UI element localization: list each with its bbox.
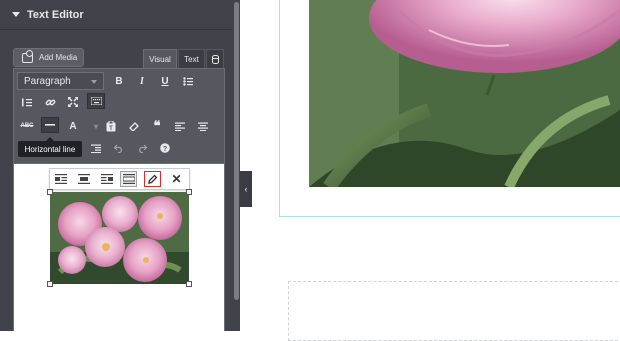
database-icon bbox=[211, 54, 219, 64]
bullet-list-button[interactable] bbox=[179, 73, 197, 89]
chevron-down-icon bbox=[91, 80, 97, 84]
italic-button[interactable]: I bbox=[133, 73, 151, 89]
add-media-label: Add Media bbox=[39, 53, 78, 62]
align-left-icon bbox=[175, 122, 185, 131]
peony-closeup-photo bbox=[309, 0, 620, 187]
tooltip-text: Horizontal line bbox=[24, 144, 76, 154]
panel-scrollbar-thumb[interactable] bbox=[234, 2, 239, 300]
tab-text[interactable]: Text bbox=[178, 49, 205, 68]
blockquote-icon: ❝ bbox=[153, 118, 161, 133]
keyboard-icon bbox=[90, 97, 102, 105]
chevron-left-icon: ‹ bbox=[244, 184, 248, 194]
tooltip: Horizontal line bbox=[18, 137, 82, 157]
pencil-icon bbox=[148, 174, 158, 184]
close-icon: ✕ bbox=[171, 172, 182, 186]
align-image-center-button[interactable] bbox=[75, 171, 92, 187]
svg-text:?: ? bbox=[163, 146, 167, 153]
canvas-image[interactable] bbox=[309, 0, 620, 187]
link-button[interactable] bbox=[41, 94, 59, 110]
selected-image[interactable] bbox=[50, 192, 189, 284]
bold-button[interactable]: B bbox=[110, 73, 128, 89]
clear-format-icon bbox=[129, 122, 139, 131]
align-center-button[interactable] bbox=[194, 118, 212, 134]
text-color-icon: A bbox=[69, 120, 77, 132]
indent-icon bbox=[91, 144, 101, 153]
add-media-button[interactable]: Add Media bbox=[13, 48, 84, 67]
panel-collapse-button[interactable]: ‹ bbox=[240, 171, 252, 207]
fullscreen-icon bbox=[68, 97, 78, 107]
section-title: Text Editor bbox=[27, 8, 84, 21]
resize-handle-top-right[interactable] bbox=[186, 189, 192, 195]
bullet-list-icon bbox=[183, 76, 193, 86]
align-image-left-icon bbox=[54, 174, 67, 184]
dynamic-tags-button[interactable] bbox=[206, 49, 224, 68]
format-select-value: Paragraph bbox=[24, 75, 71, 87]
strikethrough-button[interactable]: ABC bbox=[18, 118, 36, 134]
edit-image-button[interactable] bbox=[144, 171, 161, 187]
underline-button[interactable]: U bbox=[156, 73, 174, 89]
horizontal-line-button[interactable] bbox=[41, 117, 59, 133]
tab-text-label: Text bbox=[184, 54, 199, 64]
format-select[interactable]: Paragraph bbox=[17, 72, 104, 90]
empty-section-placeholder[interactable] bbox=[288, 281, 620, 341]
no-align-button[interactable] bbox=[120, 171, 137, 187]
section-header-text-editor[interactable]: Text Editor bbox=[0, 0, 232, 30]
strikethrough-icon: ABC bbox=[20, 123, 34, 129]
toolbar-toggle-button[interactable] bbox=[87, 93, 105, 109]
paste-text-icon: T bbox=[106, 120, 116, 132]
align-image-right-icon bbox=[100, 174, 113, 184]
horizontal-line-icon bbox=[45, 124, 55, 126]
peony-photo bbox=[50, 192, 189, 284]
align-image-left-button[interactable] bbox=[52, 171, 69, 187]
undo-button[interactable] bbox=[110, 140, 128, 156]
resize-handle-bottom-right[interactable] bbox=[186, 281, 192, 287]
svg-text:T: T bbox=[109, 126, 113, 132]
align-image-center-icon bbox=[77, 174, 90, 184]
help-icon: ? bbox=[160, 143, 170, 153]
tab-visual[interactable]: Visual bbox=[143, 49, 177, 68]
undo-icon bbox=[114, 144, 122, 153]
redo-button[interactable] bbox=[133, 140, 151, 156]
underline-icon: U bbox=[161, 75, 169, 87]
blockquote-button[interactable]: ❝ bbox=[148, 118, 166, 134]
tab-visual-label: Visual bbox=[149, 54, 171, 64]
help-button[interactable]: ? bbox=[156, 140, 174, 156]
paste-text-button[interactable]: T bbox=[102, 118, 120, 134]
fullscreen-button[interactable] bbox=[64, 94, 82, 110]
clear-format-button[interactable] bbox=[125, 118, 143, 134]
remove-image-button[interactable]: ✕ bbox=[168, 171, 185, 187]
align-image-right-button[interactable] bbox=[98, 171, 115, 187]
numbered-list-button[interactable] bbox=[18, 94, 36, 110]
align-center-icon bbox=[198, 122, 208, 131]
caret-down-icon bbox=[12, 12, 20, 17]
add-media-icon bbox=[22, 49, 33, 63]
no-align-icon bbox=[122, 174, 135, 184]
bold-icon: B bbox=[115, 75, 123, 87]
resize-handle-top-left[interactable] bbox=[47, 189, 53, 195]
numbered-list-icon bbox=[22, 98, 32, 106]
resize-handle-bottom-left[interactable] bbox=[47, 281, 53, 287]
redo-icon bbox=[139, 144, 147, 153]
italic-icon: I bbox=[140, 75, 144, 87]
align-left-button[interactable] bbox=[171, 118, 189, 134]
link-icon bbox=[45, 99, 55, 105]
text-color-button[interactable]: A bbox=[64, 118, 82, 134]
indent-button[interactable] bbox=[87, 140, 105, 156]
